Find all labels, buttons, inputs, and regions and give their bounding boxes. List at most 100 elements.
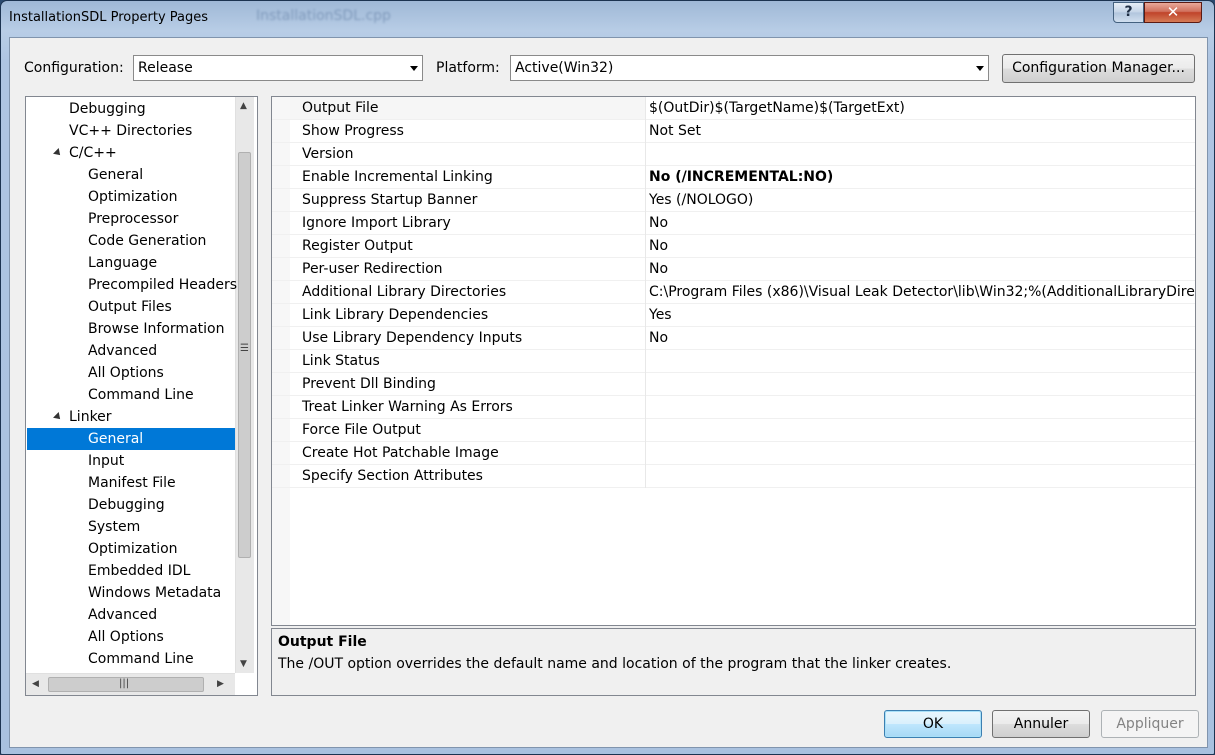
property-name: Additional Library Directories [302,284,507,300]
property-row[interactable]: Link Status [272,350,1195,373]
description-title: Output File [278,634,367,650]
tree-item[interactable]: Precompiled Headers [88,274,237,296]
scroll-left-icon[interactable]: ◀ [32,679,39,689]
tree-item[interactable]: Command Line [88,648,194,670]
tree-item[interactable]: Debugging [88,494,165,516]
tree-item[interactable]: Manifest File [88,472,176,494]
property-value[interactable]: No [649,261,668,277]
window-title: InstallationSDL Property Pages [9,10,209,25]
property-row[interactable]: Per-user Redirection No [272,258,1195,281]
property-row[interactable]: Specify Section Attributes [272,465,1195,488]
property-value[interactable]: C:\Program Files (x86)\Visual Leak Detec… [649,284,1195,300]
property-value[interactable]: No (/INCREMENTAL:NO) [649,169,833,185]
property-row[interactable]: Force File Output [272,419,1195,442]
property-value[interactable]: Yes (/NOLOGO) [649,192,753,208]
property-row[interactable]: Link Library Dependencies Yes [272,304,1195,327]
property-row[interactable]: Enable Incremental Linking No (/INCREMENT… [272,166,1195,189]
tree-item[interactable]: System [88,516,140,538]
column-separator [645,166,646,189]
property-name: Enable Incremental Linking [302,169,493,185]
property-name: Per-user Redirection [302,261,443,277]
configuration-manager-button[interactable]: Configuration Manager... [1002,54,1195,83]
tree-item[interactable]: Browse Information [88,318,224,340]
property-name: Use Library Dependency Inputs [302,330,523,346]
property-row[interactable]: Show Progress Not Set [272,120,1195,143]
property-row[interactable]: Use Library Dependency Inputs No [272,327,1195,350]
property-grid[interactable]: Output File $(OutDir)$(TargetName)$(Targe… [271,96,1196,626]
apply-button[interactable]: Appliquer [1101,710,1199,738]
tree-item[interactable]: VC++ Directories [69,120,192,142]
property-value[interactable]: Not Set [649,123,701,139]
close-button[interactable]: ✕ [1144,2,1202,23]
scroll-down-icon[interactable]: ▼ [240,659,247,669]
property-name: Show Progress [302,123,404,139]
property-name: Output File [302,100,379,116]
property-value[interactable]: No [649,330,668,346]
title-bar[interactable]: InstallationSDL Property Pages Installat… [1,1,1214,37]
property-name: Suppress Startup Banner [302,192,478,208]
tree-item[interactable]: Optimization [88,538,178,560]
expand-arrow-icon[interactable] [53,148,63,158]
tree-item[interactable]: Command Line [88,384,194,406]
property-value[interactable]: Yes [649,307,672,323]
tree-item[interactable]: General [88,428,143,450]
property-pages-window: InstallationSDL Property Pages Installat… [0,0,1215,755]
property-row[interactable]: Treat Linker Warning As Errors [272,396,1195,419]
property-name: Link Library Dependencies [302,307,489,323]
property-name: Treat Linker Warning As Errors [302,399,513,415]
tree-item[interactable]: Input [88,450,124,472]
tree-item[interactable]: Preprocessor [88,208,178,230]
tree-item[interactable]: General [88,164,143,186]
help-button[interactable]: ? [1113,2,1144,23]
property-row[interactable]: Create Hot Patchable Image [272,442,1195,465]
property-value[interactable]: No [649,215,668,231]
tree-item[interactable]: Advanced [88,604,157,626]
platform-dropdown[interactable]: Active(Win32) [510,55,989,81]
grip-icon: ||| [119,678,130,689]
column-separator [645,189,646,212]
property-row[interactable]: Register Output No [272,235,1195,258]
property-value[interactable]: No [649,238,668,254]
property-row[interactable]: Version [272,143,1195,166]
ok-button[interactable]: OK [884,710,982,738]
property-name: Specify Section Attributes [302,468,483,484]
column-separator [645,143,646,166]
tree-item[interactable]: Advanced [88,340,157,362]
expand-arrow-icon[interactable] [53,412,63,422]
tree-vscroll-thumb[interactable]: ☰ [238,152,251,558]
tree-item[interactable]: All Options [88,362,164,384]
platform-value: Active(Win32) [515,60,614,76]
tree-vertical-scrollbar[interactable]: ▲ ☰ ▼ [235,97,254,673]
tree-item[interactable]: Windows Metadata [88,582,221,604]
tree-item[interactable]: C/C++ [69,142,117,164]
scroll-up-icon[interactable]: ▲ [240,101,247,111]
tree-hscroll-thumb[interactable]: ||| [48,677,204,692]
tree-item[interactable]: All Options [88,626,164,648]
property-row[interactable]: Prevent Dll Binding [272,373,1195,396]
tree-item[interactable]: Embedded IDL [88,560,190,582]
configuration-label: Configuration: [24,60,124,76]
property-tree[interactable]: ▲ ☰ ▼ ◀ ||| ▶ Debugging VC++ Directories C… [25,96,258,696]
platform-label: Platform: [436,60,500,76]
property-row[interactable]: Ignore Import Library No [272,212,1195,235]
property-row[interactable]: Suppress Startup Banner Yes (/NOLOGO) [272,189,1195,212]
scroll-right-icon[interactable]: ▶ [217,679,224,689]
tree-item[interactable]: Debugging [69,98,146,120]
cancel-button[interactable]: Annuler [992,710,1090,738]
description-panel: Output File The /OUT option overrides th… [271,628,1196,696]
tree-horizontal-scrollbar[interactable]: ◀ ||| ▶ [26,673,235,695]
property-name: Register Output [302,238,413,254]
tree-item[interactable]: Optimization [88,186,178,208]
property-row[interactable]: Additional Library Directories C:\Program… [272,281,1195,304]
tree-item[interactable]: Output Files [88,296,172,318]
property-row[interactable]: Output File $(OutDir)$(TargetName)$(Targe… [272,97,1195,120]
tree-item[interactable]: Linker [69,406,112,428]
tree-item[interactable]: Language [88,252,157,274]
column-separator [645,350,646,373]
column-separator [645,120,646,143]
property-name: Link Status [302,353,380,369]
configuration-dropdown[interactable]: Release [133,55,423,81]
property-value[interactable]: $(OutDir)$(TargetName)$(TargetExt) [649,100,905,116]
column-separator [645,327,646,350]
tree-item[interactable]: Code Generation [88,230,206,252]
